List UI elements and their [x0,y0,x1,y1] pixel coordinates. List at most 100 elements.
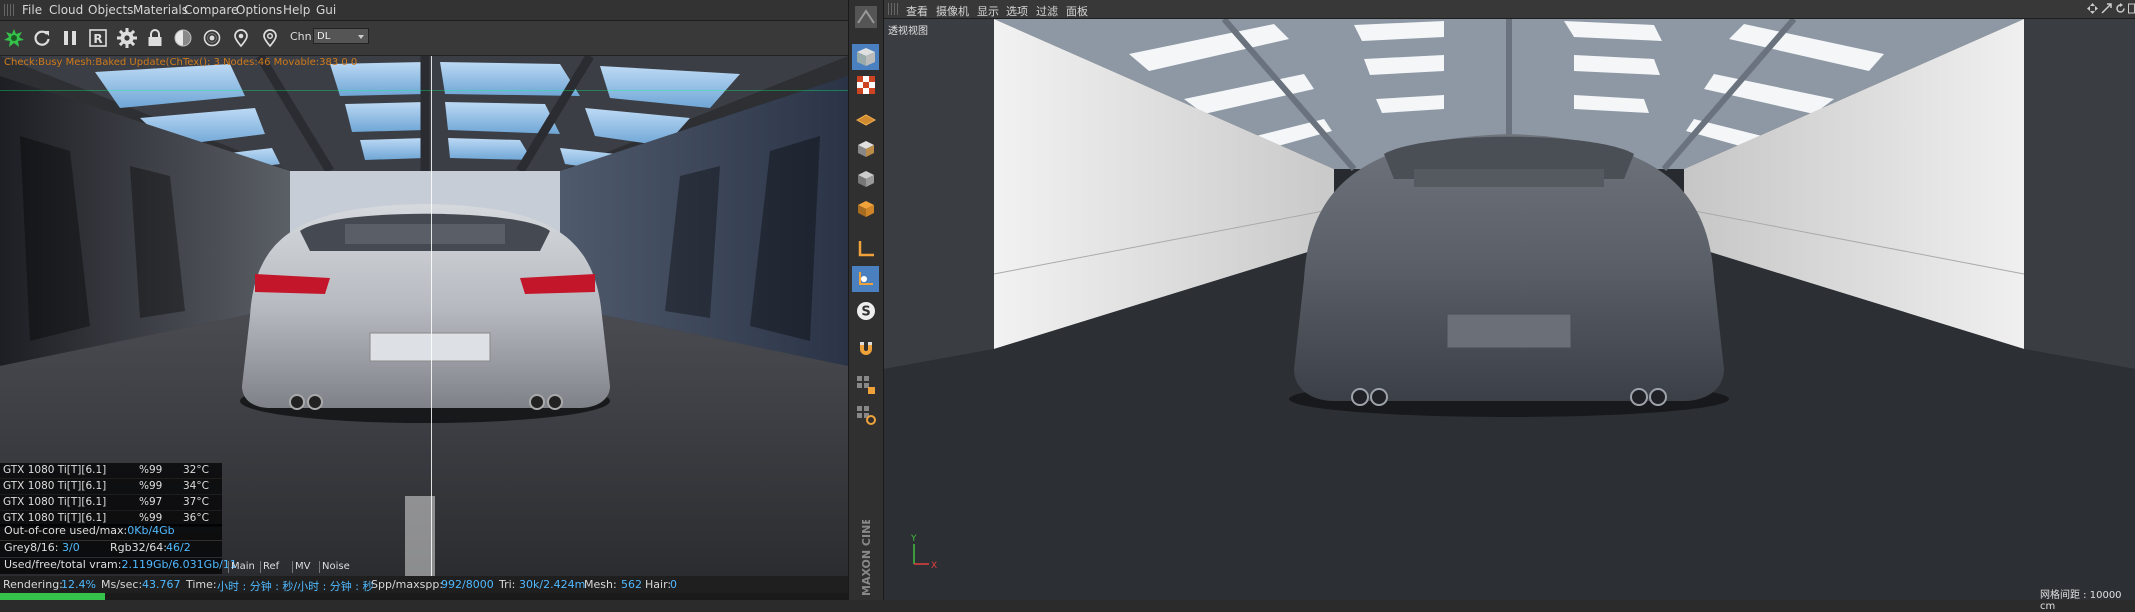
viewport-menu-display[interactable]: 显示 [977,3,999,19]
gpu-stats-table: GTX 1080 Ti[T][6.1] %99 32°C GTX 1080 Ti… [0,463,222,527]
object-cube-alt-icon[interactable] [852,166,879,192]
magnet-icon[interactable] [852,336,879,362]
drag-grip-icon[interactable] [888,3,898,15]
channel-tab-noise[interactable]: Noise [319,561,350,573]
gpu-usage: %99 [139,464,163,476]
gpu-name: GTX 1080 Ti[T][6.1] [3,512,107,524]
out-of-core-value: 0Kb/4Gb [127,524,175,537]
ms-value: 43.767 [142,578,181,591]
material-picker-icon[interactable] [229,26,253,50]
gpu-temp: 32°C [183,464,209,476]
viewport-canvas: Y X [884,19,2135,600]
hair-value: 0 [670,578,677,591]
axis-x-label: X [931,561,937,571]
mesh-label: Mesh: [584,578,617,591]
location-pin-icon[interactable] [258,26,282,50]
gpu-name: GTX 1080 Ti[T][6.1] [3,464,107,476]
svg-text:R: R [93,32,102,46]
viewer-toolbar: R Chn: DL [0,21,848,56]
texture-stat: Grey8/16: 3/0 Rgb32/64: 46/2 [0,541,222,557]
view-icon[interactable] [852,4,879,30]
render-progress-bar [0,593,106,600]
restart-render-icon[interactable] [2,26,26,50]
snap-icon[interactable] [852,266,879,292]
grid-spacing-label: 网格间距 : 10000 cm [2040,590,2122,612]
lock-icon[interactable] [143,26,167,50]
gpu-name: GTX 1080 Ti[T][6.1] [3,480,107,492]
channel-tab-main[interactable]: Main [228,561,255,573]
svg-text:S: S [861,305,870,320]
region-render-icon[interactable]: R [86,26,110,50]
compare-split-line[interactable] [431,56,432,577]
viewport-menubar: 查看 摄像机 显示 选项 过滤 面板 [884,0,2135,19]
plane-texture-icon[interactable] [852,104,879,130]
axis-icon[interactable] [852,236,879,262]
perspective-viewport[interactable]: Y X [884,19,2135,600]
tri-value: 30k/2.424m [519,578,586,591]
menu-file[interactable]: File [22,3,42,17]
rotate-view-icon[interactable] [2115,3,2126,14]
gpu-usage: %97 [139,496,163,508]
checker-icon[interactable] [852,72,879,98]
viewport-menu-camera[interactable]: 摄像机 [936,3,969,19]
render-status-bar: Rendering: 12.4% Ms/sec: 43.767 Time: 小时… [0,576,848,593]
tool-palette: S [848,0,884,600]
out-of-core-label: Out-of-core used/max: [4,524,128,537]
spp-value: 992/8000 [441,578,494,591]
viewer-menubar: File Cloud Objects Materials Compare Opt… [0,0,848,21]
object-cube-orange-icon[interactable] [852,196,879,222]
grid-lock-icon[interactable] [852,372,879,398]
svg-text:MAXON CINEMA 4D: MAXON CINEMA 4D [860,520,873,596]
drag-grip-icon[interactable] [4,4,14,16]
viewport-menu-panel[interactable]: 面板 [1066,3,1088,19]
render-progress-track [0,593,848,600]
menu-help[interactable]: Help [283,3,310,17]
viewport-view-label[interactable]: 透视视图 [888,22,928,37]
channel-tab-mv[interactable]: MV [292,561,310,573]
out-of-core-stat: Out-of-core used/max:0Kb/4Gb [0,524,222,540]
channel-select[interactable]: DL [313,28,369,44]
rendering-value: 12.4% [61,578,96,591]
vram-value: 2.119Gb/6.031Gb/11 [121,558,237,571]
zoom-view-icon[interactable] [2101,3,2112,14]
time-value: 小时 : 分钟 : 秒/小时 : 分钟 : 秒 [217,580,374,593]
cube-icon[interactable] [852,44,879,70]
menu-gui[interactable]: Gui [316,3,336,17]
refresh-icon[interactable] [30,26,54,50]
channel-label: Chn: [290,30,316,43]
menu-materials[interactable]: Materials [133,3,188,17]
horizon-guide-line [0,90,848,91]
pause-icon[interactable] [58,26,82,50]
rendering-label: Rendering: [3,578,63,591]
gpu-row: GTX 1080 Ti[T][6.1] %99 34°C [0,479,222,495]
menu-cloud[interactable]: Cloud [49,3,83,17]
vram-stat: Used/free/total vram:2.119Gb/6.031Gb/11 [0,558,237,574]
gear-icon[interactable] [115,26,139,50]
grid-settings-icon[interactable] [852,402,879,428]
menu-objects[interactable]: Objects [88,3,133,17]
menu-options[interactable]: Options [236,3,282,17]
menu-compare[interactable]: Compare [184,3,238,17]
object-cube-icon[interactable] [852,136,879,162]
grey-label: Grey8/16: [4,541,59,554]
time-label: Time: [186,578,217,591]
gpu-row: GTX 1080 Ti[T][6.1] %99 32°C [0,463,222,479]
gpu-temp: 37°C [183,496,209,508]
vram-label: Used/free/total vram: [4,558,122,571]
gpu-name: GTX 1080 Ti[T][6.1] [3,496,107,508]
s-circle-icon[interactable]: S [852,298,879,324]
color-picker-icon[interactable] [171,26,195,50]
rgb-label: Rgb32/64: [110,541,168,554]
focus-picker-icon[interactable] [200,26,224,50]
move-view-icon[interactable] [2087,3,2098,14]
maximize-view-icon[interactable] [2128,3,2135,14]
axis-y-label: Y [910,534,917,544]
viewport-menu-filter[interactable]: 过滤 [1036,3,1058,19]
grey-value: 3/0 [62,541,80,554]
viewport-menu-view[interactable]: 查看 [906,3,928,19]
spp-label: Spp/maxspp: [371,578,444,591]
gpu-temp: 34°C [183,480,209,492]
channel-tab-ref[interactable]: Ref [260,561,279,573]
gpu-usage: %99 [139,512,163,524]
viewport-menu-options[interactable]: 选项 [1006,3,1028,19]
